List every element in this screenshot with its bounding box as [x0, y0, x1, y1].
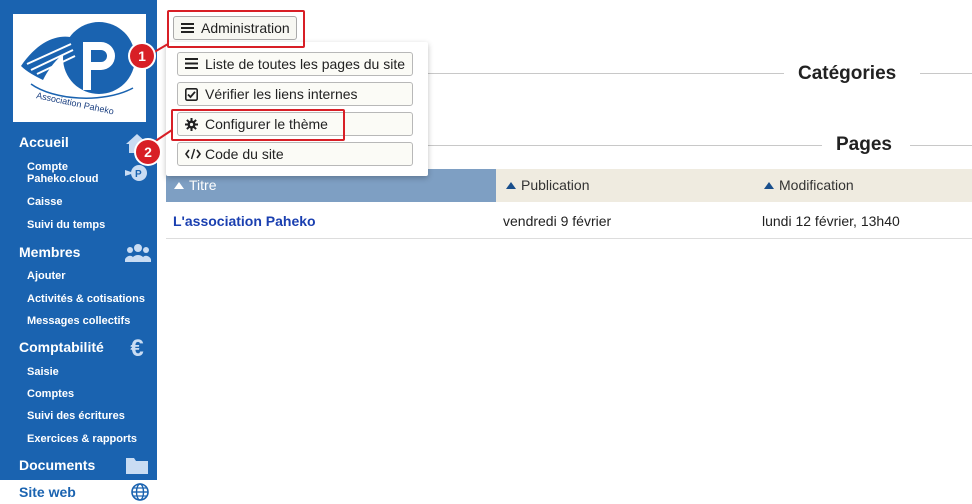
folder-icon	[125, 455, 149, 477]
sidebar-section-label: Documents	[19, 457, 96, 473]
divider	[428, 73, 784, 74]
sidebar-item-ajouter[interactable]: Ajouter	[27, 270, 66, 282]
sidebar-section-label: Comptabilité	[19, 339, 104, 355]
sort-ascending-icon	[174, 182, 184, 189]
list-icon	[185, 58, 199, 70]
users-icon	[124, 242, 152, 264]
sidebar-item-activites[interactable]: Activités & cotisations	[27, 293, 145, 305]
sidebar-item-suivi-du-temps[interactable]: Suivi du temps	[27, 219, 105, 231]
sidebar-item-suivi-ecritures[interactable]: Suivi des écritures	[27, 410, 125, 422]
sidebar-item-messages[interactable]: Messages collectifs	[27, 315, 130, 327]
column-header-label: Titre	[189, 177, 217, 193]
menu-item-check-links[interactable]: Vérifier les liens internes	[177, 82, 413, 106]
annotation-badge-2: 2	[136, 140, 160, 164]
sidebar-section-label: Membres	[19, 244, 81, 260]
page-title-link[interactable]: L'association Paheko	[173, 203, 316, 239]
sidebar-section-comptabilite[interactable]: Comptabilité €	[0, 337, 157, 361]
menu-item-list-pages[interactable]: Liste de toutes les pages du site	[177, 52, 413, 76]
sidebar-item-label: Paheko.cloud	[27, 173, 99, 185]
svg-text:Association Paheko: Association Paheko	[35, 90, 114, 116]
menu-item-label: Liste de toutes les pages du site	[205, 56, 406, 72]
annotation-badge-1: 1	[130, 44, 154, 68]
column-header-modification[interactable]: Modification	[756, 169, 972, 202]
globe-icon	[131, 483, 149, 501]
logo[interactable]: Association Paheko	[13, 14, 146, 122]
table-row: L'association Paheko vendredi 9 février …	[166, 203, 972, 239]
categories-title: Catégories	[798, 63, 897, 84]
sort-ascending-icon	[764, 182, 774, 189]
divider	[910, 145, 972, 146]
menu-item-label: Vérifier les liens internes	[205, 86, 358, 102]
sidebar-section-label: Accueil	[19, 134, 69, 150]
sidebar-item-comptes[interactable]: Comptes	[27, 388, 74, 400]
column-header-publication[interactable]: Publication	[498, 169, 754, 202]
sidebar-item-site-web[interactable]: Site web	[0, 480, 157, 504]
checkbox-icon	[185, 88, 199, 101]
divider	[920, 73, 972, 74]
code-icon	[185, 148, 201, 160]
annotation-highlight-configure-theme	[171, 109, 345, 141]
euro-icon: €	[130, 335, 144, 362]
annotation-highlight-administration	[167, 10, 305, 48]
sort-ascending-icon	[506, 182, 516, 189]
sidebar-item-saisie[interactable]: Saisie	[27, 366, 59, 378]
sidebar-section-membres[interactable]: Membres	[0, 244, 157, 262]
sidebar-item-exercices[interactable]: Exercices & rapports	[27, 433, 137, 445]
app-root: Association Paheko Accueil Compte Paheko…	[0, 0, 972, 504]
sidebar-item-label: Compte	[27, 161, 68, 173]
paheko-cloud-icon: P	[125, 164, 147, 182]
sidebar-section-accueil[interactable]: Accueil	[0, 134, 157, 153]
svg-text:P: P	[135, 169, 142, 180]
menu-item-label: Code du site	[205, 146, 284, 162]
sidebar-item-compte[interactable]: Compte Paheko.cloud	[27, 161, 99, 185]
cell-publication: vendredi 9 février	[503, 213, 612, 229]
divider	[428, 145, 822, 146]
pages-title: Pages	[836, 134, 892, 155]
column-header-label: Publication	[521, 177, 590, 193]
menu-item-site-code[interactable]: Code du site	[177, 142, 413, 166]
sidebar-item-caisse[interactable]: Caisse	[27, 196, 62, 208]
sidebar: Association Paheko Accueil Compte Paheko…	[0, 0, 157, 504]
sidebar-item-label: Site web	[19, 484, 76, 500]
sidebar-section-documents[interactable]: Documents	[0, 457, 157, 474]
cell-modification: lundi 12 février, 13h40	[762, 213, 900, 229]
column-header-label: Modification	[779, 177, 854, 193]
